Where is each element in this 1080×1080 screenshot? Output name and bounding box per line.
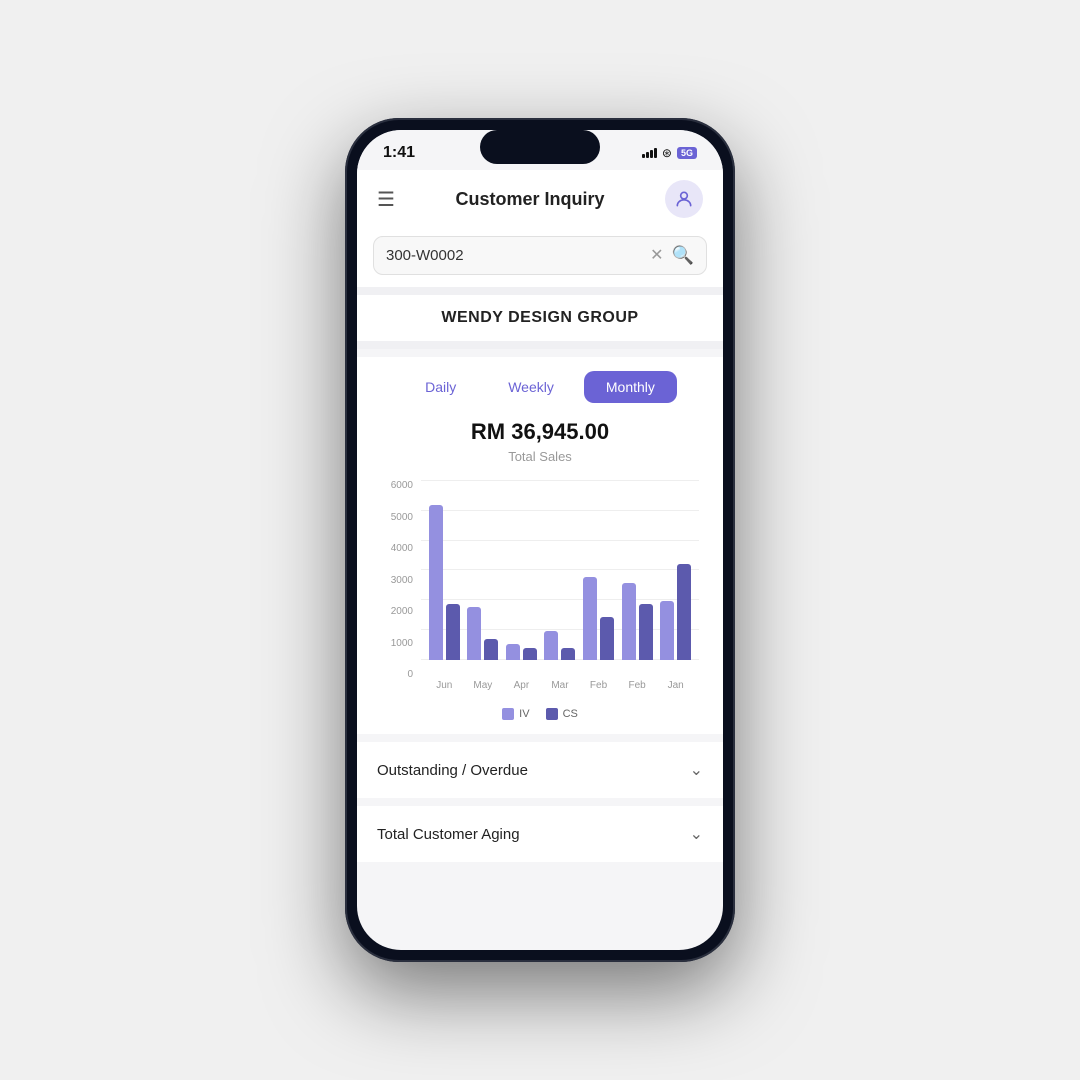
chevron-down-icon-2: ⌄ [690,824,703,844]
search-input[interactable] [386,247,642,264]
bar-group [544,631,575,660]
bar-group [622,583,653,660]
status-icons: ⊛ 5G [642,146,697,160]
total-sales-label: Total Sales [373,449,707,464]
bar-group [429,505,460,660]
legend-label-cs: CS [563,708,578,720]
bar-iv [467,607,481,660]
x-label: Jun [429,680,460,691]
divider-2 [357,341,723,349]
x-label: Feb [583,680,614,691]
total-sales-amount: RM 36,945.00 [373,419,707,445]
bar-group [583,577,614,660]
bar-iv [583,577,597,660]
x-label: Apr [506,680,537,691]
status-time: 1:41 [383,144,415,162]
search-section: ✕ 🔍 [357,228,723,287]
chart-legend: IV CS [373,708,707,720]
accordion-aging-title: Total Customer Aging [377,826,520,843]
dynamic-island [480,130,600,164]
divider-1 [357,287,723,295]
bar-cs [446,604,460,660]
phone-screen: 1:41 ⊛ 5G ☰ Customer Inquiry [357,130,723,950]
legend-iv: IV [502,708,529,720]
search-button[interactable]: 🔍 [672,245,694,266]
bar-iv [622,583,636,660]
x-label: May [467,680,498,691]
chart-section: Daily Weekly Monthly RM 36,945.00 Total … [357,357,723,734]
hamburger-icon[interactable]: ☰ [377,187,395,212]
bar-cs [561,648,575,660]
battery-icon: 5G [677,147,697,159]
bar-group [506,644,537,660]
bar-cs [523,648,537,660]
x-labels: Jun May Apr Mar Feb Feb Jan [421,680,699,700]
clear-button[interactable]: ✕ [650,248,663,264]
avatar-button[interactable] [665,180,703,218]
bar-chart: 6000 5000 4000 3000 2000 1000 0 [373,480,707,700]
y-axis: 6000 5000 4000 3000 2000 1000 0 [381,480,421,700]
bar-cs [639,604,653,660]
chevron-down-icon: ⌄ [690,760,703,780]
legend-dot-iv [502,708,514,720]
bar-cs [677,564,691,660]
user-icon [674,189,694,209]
legend-cs: CS [546,708,578,720]
wifi-icon: ⊛ [662,146,672,160]
customer-name: WENDY DESIGN GROUP [373,309,707,327]
bar-iv [660,601,674,660]
accordion-outstanding-title: Outstanding / Overdue [377,762,528,779]
bars-row [421,480,699,660]
app-header: ☰ Customer Inquiry [357,170,723,228]
grid-and-bars [421,480,699,680]
tab-row: Daily Weekly Monthly [373,371,707,403]
phone-frame: 1:41 ⊛ 5G ☰ Customer Inquiry [345,118,735,962]
legend-label-iv: IV [519,708,529,720]
x-label: Mar [544,680,575,691]
app-title: Customer Inquiry [455,189,604,210]
bar-group [660,564,691,660]
accordion-aging[interactable]: Total Customer Aging ⌄ [357,806,723,862]
legend-dot-cs [546,708,558,720]
signal-icon [642,148,657,158]
tab-daily[interactable]: Daily [403,371,478,403]
customer-section: WENDY DESIGN GROUP [357,295,723,341]
search-bar: ✕ 🔍 [373,236,707,275]
bar-iv [429,505,443,660]
tab-weekly[interactable]: Weekly [486,371,576,403]
bar-iv [544,631,558,660]
x-label: Feb [622,680,653,691]
bar-cs [600,617,614,660]
x-label: Jan [660,680,691,691]
bar-cs [484,639,498,660]
tab-monthly[interactable]: Monthly [584,371,677,403]
chart-area: Jun May Apr Mar Feb Feb Jan [421,480,699,700]
bar-group [467,607,498,660]
accordion-outstanding[interactable]: Outstanding / Overdue ⌄ [357,742,723,798]
bar-iv [506,644,520,660]
